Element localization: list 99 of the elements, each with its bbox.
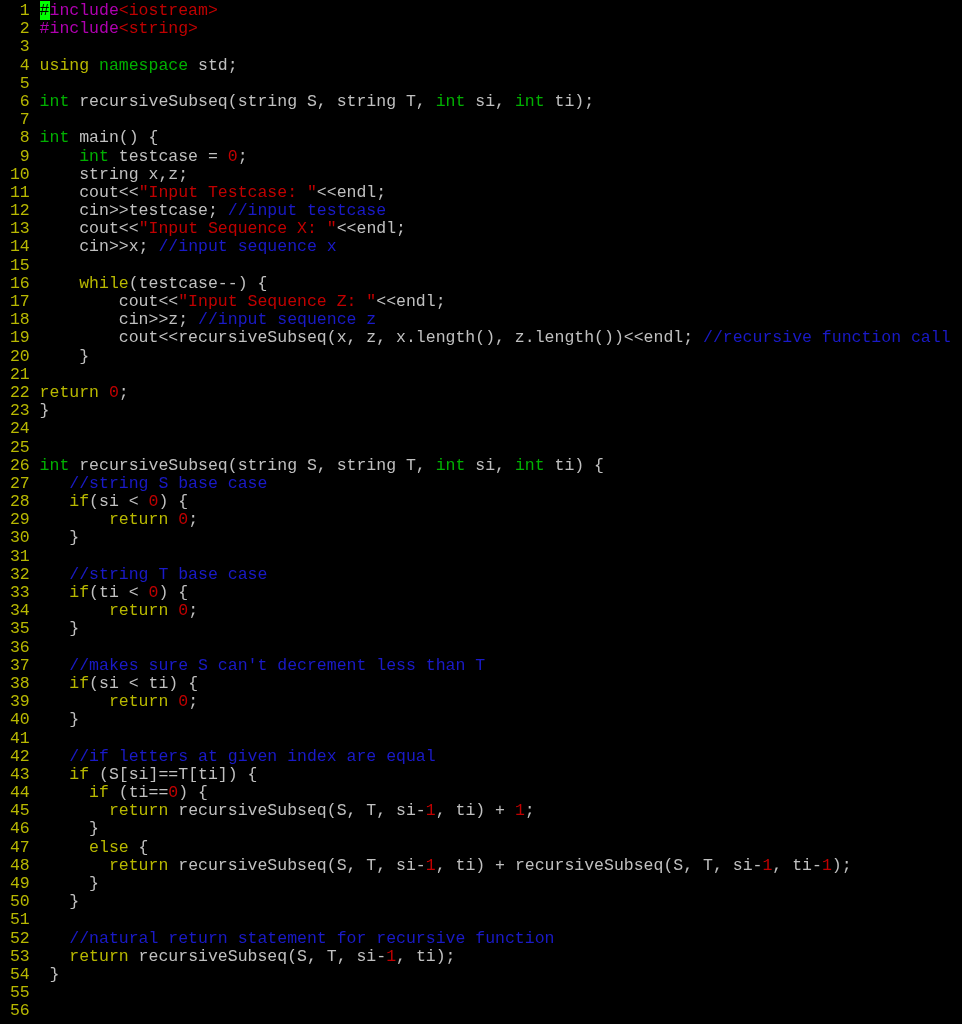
line-number: 31 — [8, 547, 30, 566]
line-number: 8 — [18, 129, 30, 148]
line-number: 10 — [8, 165, 30, 184]
code-line: if(si < 0) { — [68, 493, 189, 512]
line-number: 23 — [8, 402, 30, 421]
code-line: return 0; — [39, 383, 129, 403]
line-number: 9 — [18, 147, 30, 166]
code-line: cout<<"Input Sequence Z: "<<endl; — [117, 293, 446, 312]
code-line: return recursiveSubseq(S, T, si-1, ti) + 1; — [107, 802, 535, 821]
code-line: } — [39, 402, 50, 421]
line-number: 32 — [8, 565, 30, 584]
line-number: 33 — [8, 584, 30, 603]
code-line: cin>>x; //input sequence x — [78, 238, 337, 257]
line-number: 3 — [18, 38, 30, 57]
line-number: 51 — [8, 911, 30, 930]
code-line: int recursiveSubseq(string S, string T, int si, int ti) { — [39, 456, 605, 475]
code-line: if(si < ti) { — [68, 674, 199, 694]
line-number: 12 — [8, 202, 30, 221]
code-line: } — [68, 620, 80, 639]
line-number: 43 — [8, 765, 30, 785]
line-number: 28 — [8, 493, 30, 512]
line-number: 47 — [8, 838, 30, 857]
code-line: cout<<recursiveSubseq(x, z, x.length(), z.length())<<endl; //recursive function call — [117, 329, 951, 348]
line-number: 25 — [8, 438, 30, 457]
line-number: 21 — [8, 365, 30, 384]
code-line: } — [68, 893, 80, 912]
line-number: 38 — [8, 674, 30, 694]
code-line: int recursiveSubseq(string S, string T, int si, int ti); — [39, 92, 595, 112]
line-number: 46 — [8, 820, 30, 839]
code-line: } — [68, 711, 80, 730]
line-number: 4 — [18, 56, 30, 75]
code-line: //natural return statement for recursive function — [68, 929, 555, 948]
line-number: 14 — [8, 238, 30, 257]
line-number: 39 — [8, 693, 30, 712]
line-number: 19 — [8, 329, 30, 348]
code-line: cout<<"Input Sequence X: "<<endl; — [78, 220, 406, 239]
code-line: } — [88, 875, 99, 894]
line-number: 42 — [8, 747, 30, 766]
line-number: 16 — [8, 274, 30, 293]
code-line: if (ti==0) { — [88, 784, 208, 803]
line-number: 7 — [18, 111, 30, 130]
code-line: return 0; — [107, 693, 199, 712]
code-line: if(ti < 0) { — [68, 584, 189, 603]
line-number: 13 — [8, 220, 30, 239]
line-number: 27 — [8, 474, 30, 494]
code-line: int main() { — [39, 129, 159, 148]
code-line: else { — [88, 838, 149, 857]
line-number: 56 — [8, 1002, 30, 1021]
code-line: //string S base case — [68, 474, 268, 494]
line-number: 50 — [8, 893, 30, 912]
line-number: 37 — [8, 656, 30, 675]
code-line: } — [78, 347, 90, 366]
line-number: 5 — [18, 74, 30, 93]
line-number: 35 — [8, 620, 30, 639]
line-number: 2 — [18, 20, 30, 39]
line-number: 44 — [8, 784, 30, 803]
line-number: 24 — [8, 420, 30, 439]
line-number: 22 — [8, 383, 30, 403]
code-line: #include<iostream> — [39, 2, 218, 21]
line-number: 11 — [8, 183, 30, 203]
line-number: 17 — [8, 293, 30, 312]
code-line: //string T base case — [68, 565, 268, 584]
line-number: 49 — [8, 875, 30, 894]
code-line: #include<string> — [39, 20, 199, 39]
code-line: cin>>testcase; //input testcase — [78, 202, 387, 221]
code-line: int testcase = 0; — [78, 147, 248, 166]
line-number: 26 — [8, 456, 30, 475]
line-number: 34 — [8, 602, 30, 621]
line-number: 6 — [18, 92, 30, 112]
line-number: 52 — [8, 929, 30, 948]
code-line: return 0; — [107, 511, 199, 530]
code-line: } — [48, 965, 60, 985]
line-number: 54 — [8, 965, 30, 985]
code-line: //makes sure S can't decrement less than T — [68, 656, 486, 675]
line-number: 45 — [8, 802, 30, 821]
code-line: //if letters at given index are equal — [68, 747, 436, 766]
line-number: 20 — [8, 347, 30, 366]
line-number: 15 — [8, 256, 30, 275]
line-number: 41 — [8, 729, 30, 748]
code-line: using namespace std; — [39, 56, 238, 75]
line-number: 36 — [8, 638, 30, 657]
line-number: 55 — [8, 984, 30, 1003]
line-number: 40 — [8, 711, 30, 730]
code-line: return recursiveSubseq(S, T, si-1, ti); — [68, 947, 456, 966]
code-line: } — [68, 529, 80, 548]
line-number: 53 — [8, 947, 30, 966]
code-line: cout<<"Input Testcase: "<<endl; — [78, 183, 387, 203]
code-line: while(testcase--) { — [78, 274, 268, 293]
code-line: string x,z; — [78, 165, 189, 184]
code-line: if (S[si]==T[ti]) { — [68, 765, 258, 785]
code-line: return 0; — [107, 602, 199, 621]
line-number: 29 — [8, 511, 30, 530]
code-line: return recursiveSubseq(S, T, si-1, ti) + recursiveSubseq(S, T, si-1, ti-1); — [107, 856, 852, 875]
line-number: 48 — [8, 856, 30, 875]
line-number: 1 — [18, 2, 30, 21]
line-number: 30 — [8, 529, 30, 548]
line-number: 18 — [8, 311, 30, 330]
code-line: } — [88, 820, 99, 839]
code-line: cin>>z; //input sequence z — [117, 311, 377, 330]
